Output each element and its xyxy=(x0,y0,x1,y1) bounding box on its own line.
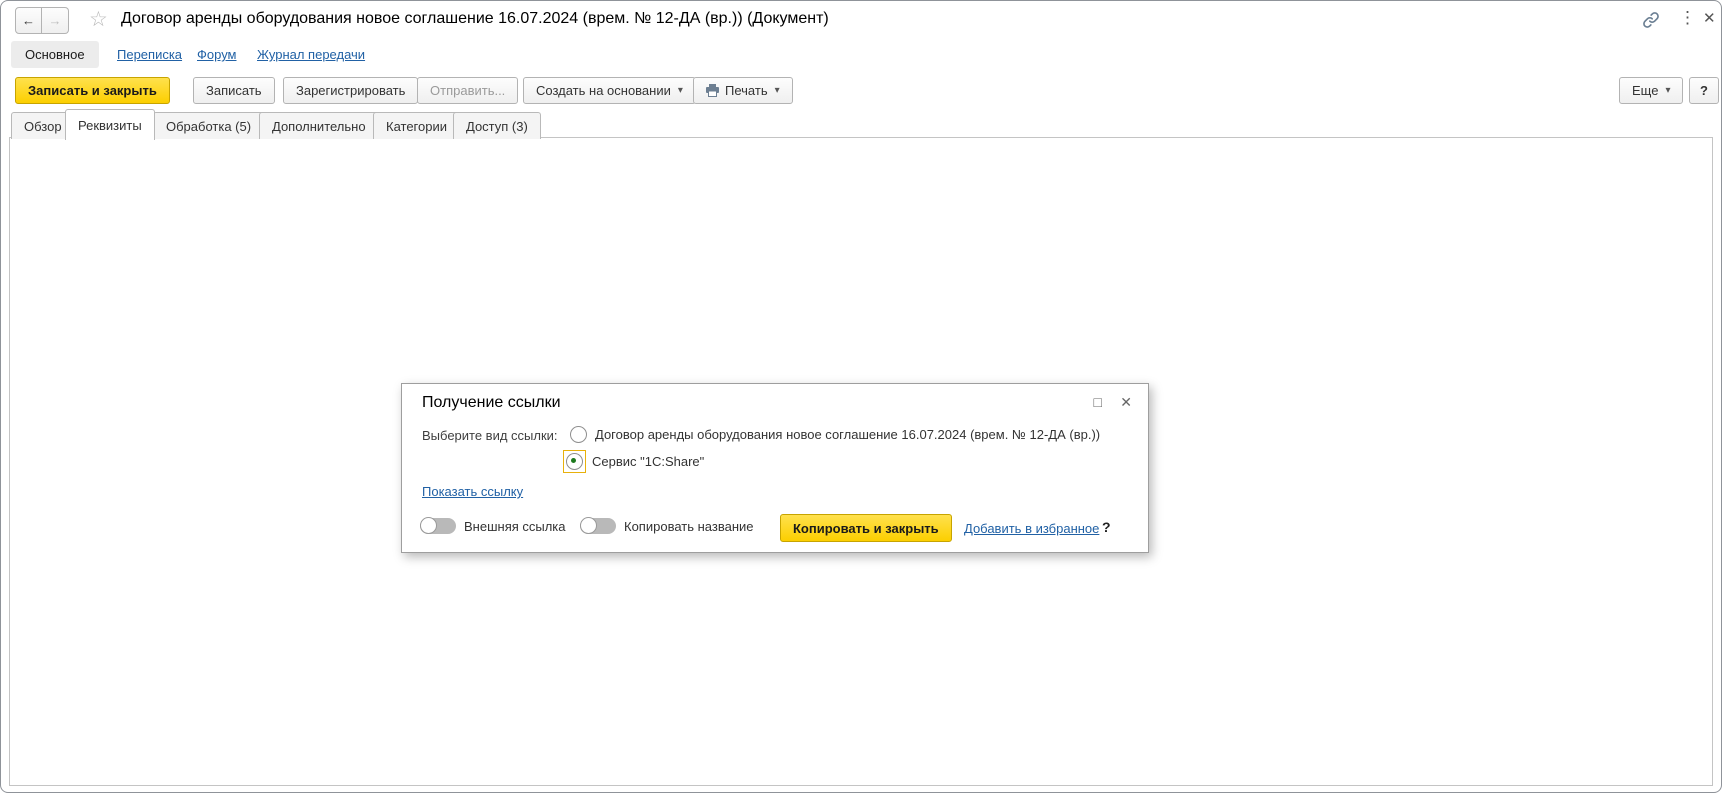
back-icon: ← xyxy=(22,13,35,28)
dropdown-arrow-icon: ▾ xyxy=(1665,85,1670,96)
save-and-close-button[interactable]: Записать и закрыть xyxy=(15,77,170,104)
save-button[interactable]: Записать xyxy=(193,77,275,104)
dropdown-arrow-icon: ▾ xyxy=(678,85,683,96)
copy-name-toggle[interactable]: Копировать название xyxy=(580,518,754,534)
more-label: Еще xyxy=(1632,83,1658,98)
nav-forum[interactable]: Форум xyxy=(197,47,237,62)
dialog-title: Получение ссылки xyxy=(422,394,561,412)
tab-label: Доступ (3) xyxy=(466,119,528,134)
tab-label: Реквизиты xyxy=(78,118,142,133)
more-button[interactable]: Еще ▾ xyxy=(1619,77,1683,104)
kebab-menu-icon[interactable]: ⋮ xyxy=(1679,8,1696,28)
tab-label: Обзор xyxy=(24,119,62,134)
create-based-on-button[interactable]: Создать на основании ▾ xyxy=(523,77,696,104)
tab-label: Категории xyxy=(386,119,447,134)
external-link-toggle[interactable]: Внешняя ссылка xyxy=(420,518,566,534)
print-label: Печать xyxy=(725,83,768,98)
tab-label: Дополнительно xyxy=(272,119,366,134)
add-to-favorites-link[interactable]: Добавить в избранное xyxy=(964,521,1099,536)
page-title: Договор аренды оборудования новое соглаш… xyxy=(121,10,829,28)
tab-processing[interactable]: Обработка (5) xyxy=(153,112,264,139)
radio-focus-box xyxy=(563,450,586,473)
print-button[interactable]: Печать ▾ xyxy=(693,77,793,104)
tab-label: Обработка (5) xyxy=(166,119,251,134)
nav-transfer-log[interactable]: Журнал передачи xyxy=(257,47,365,62)
back-button[interactable]: ← xyxy=(15,7,42,34)
choose-link-type-label: Выберите вид ссылки: xyxy=(422,428,558,443)
document-window: ← → ☆ Договор аренды оборудования новое … xyxy=(0,0,1722,793)
copy-name-toggle-label: Копировать название xyxy=(624,519,754,534)
radio-option-document[interactable]: Договор аренды оборудования новое соглаш… xyxy=(570,426,1100,443)
create-based-on-label: Создать на основании xyxy=(536,83,671,98)
send-button[interactable]: Отправить... xyxy=(417,77,518,104)
tab-additional[interactable]: Дополнительно xyxy=(259,112,379,139)
radio-unselected-icon xyxy=(570,426,587,443)
register-button[interactable]: Зарегистрировать xyxy=(283,77,418,104)
external-link-toggle-label: Внешняя ссылка xyxy=(464,519,566,534)
tab-access[interactable]: Доступ (3) xyxy=(453,112,541,139)
toggle-off-icon xyxy=(420,518,456,534)
get-link-dialog: Получение ссылки □ ✕ Выберите вид ссылки… xyxy=(401,383,1149,553)
dropdown-arrow-icon: ▾ xyxy=(775,85,780,96)
toggle-off-icon xyxy=(580,518,616,534)
history-nav: ← → xyxy=(15,7,69,34)
window-close-icon[interactable]: ✕ xyxy=(1703,9,1716,27)
copy-and-close-button[interactable]: Копировать и закрыть xyxy=(780,514,952,542)
printer-icon xyxy=(706,84,719,97)
dialog-help-icon[interactable]: ? xyxy=(1102,519,1111,535)
dialog-maximize-icon[interactable]: □ xyxy=(1094,394,1102,410)
help-button[interactable]: ? xyxy=(1689,77,1719,104)
forward-button[interactable]: → xyxy=(42,7,69,34)
forward-icon: → xyxy=(49,13,62,28)
nav-main[interactable]: Основное xyxy=(11,41,99,68)
radio-selected-icon xyxy=(566,453,583,470)
dialog-close-icon[interactable]: ✕ xyxy=(1120,394,1132,411)
radio-option-service-label: Сервис "1C:Share" xyxy=(592,454,704,469)
nav-main-label: Основное xyxy=(25,47,85,62)
tab-requisites[interactable]: Реквизиты xyxy=(65,109,155,140)
favorite-star-icon[interactable]: ☆ xyxy=(89,7,108,32)
get-link-icon[interactable] xyxy=(1641,10,1661,33)
radio-option-service[interactable]: Сервис "1C:Share" xyxy=(563,450,704,473)
radio-option-document-label: Договор аренды оборудования новое соглаш… xyxy=(595,427,1100,442)
show-link-link[interactable]: Показать ссылку xyxy=(422,484,523,499)
tab-categories[interactable]: Категории xyxy=(373,112,460,139)
nav-correspondence[interactable]: Переписка xyxy=(117,47,182,62)
